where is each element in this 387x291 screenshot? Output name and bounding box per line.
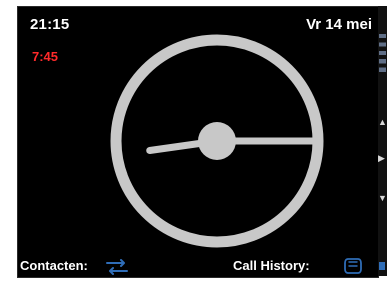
phone-icon[interactable] [344, 257, 362, 275]
current-time: 21:15 [30, 16, 70, 33]
analog-clock [110, 34, 324, 248]
blue-marker-icon [379, 262, 385, 270]
swap-arrows-icon[interactable] [105, 259, 129, 275]
side-panel-edge: ▲ ▶ ▼ [378, 6, 387, 276]
chevron-down-icon[interactable]: ▼ [378, 194, 387, 203]
side-panel-text-edge [379, 34, 386, 76]
contacts-label[interactable]: Contacten: [20, 258, 88, 273]
alarm-time: 7:45 [32, 49, 59, 64]
chevron-up-icon[interactable]: ▲ [378, 118, 387, 127]
call-history-label[interactable]: Call History: [233, 258, 310, 273]
chevron-right-icon[interactable]: ▶ [378, 154, 385, 163]
phone-screen: 21:15 Vr 14 mei 7:45 Contacten: Call His… [17, 6, 379, 278]
clock-center [198, 122, 236, 160]
